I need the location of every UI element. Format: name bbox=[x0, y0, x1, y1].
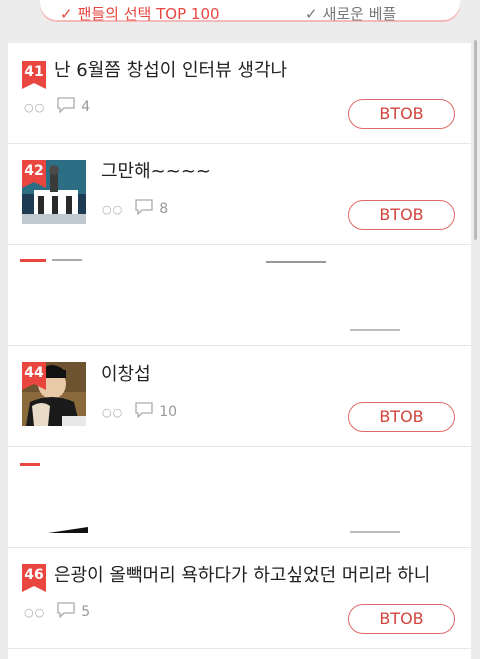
thumbnail-fragment bbox=[48, 527, 88, 533]
scrollbar[interactable] bbox=[474, 40, 477, 240]
tag-fragment bbox=[350, 329, 400, 331]
tab-top-100[interactable]: ✓ 팬들의 선택 TOP 100 bbox=[60, 4, 220, 24]
comment-count: 8 bbox=[159, 201, 169, 217]
rank-badge: 46 bbox=[22, 564, 46, 592]
post-title[interactable]: 이창섭 bbox=[101, 363, 151, 387]
list-item[interactable]: 41 난 6월쯤 창섭이 인터뷰 생각나 ○○ 4 BTOB bbox=[8, 43, 471, 144]
list-item[interactable]: 42 그만해~~~~ ○○ 8 BTOB bbox=[8, 144, 471, 245]
text-fragment bbox=[266, 261, 326, 263]
check-icon: ✓ bbox=[305, 5, 318, 23]
post-list: 41 난 6월쯤 창섭이 인터뷰 생각나 ○○ 4 BTOB 42 그만해~~~… bbox=[8, 43, 471, 659]
post-meta: ○○ 10 bbox=[102, 402, 177, 422]
eyes-icon: ○○ bbox=[102, 202, 124, 216]
comment-count: 4 bbox=[81, 99, 91, 115]
list-item-redacted bbox=[8, 447, 471, 548]
comment-bubble-icon bbox=[135, 199, 153, 219]
rank-badge: 42 bbox=[22, 160, 46, 188]
eyes-icon: ○○ bbox=[24, 100, 46, 114]
comment-bubble-icon bbox=[57, 602, 75, 622]
comment-bubble-icon bbox=[57, 97, 75, 117]
rank-badge: 41 bbox=[22, 61, 46, 89]
list-item-redacted bbox=[8, 245, 471, 346]
post-title[interactable]: 은광이 올빽머리 욕하다가 하고싶었던 머리라 하니 bbox=[54, 564, 430, 588]
check-icon: ✓ bbox=[60, 5, 73, 23]
post-title[interactable]: 난 6월쯤 창섭이 인터뷰 생각나 bbox=[54, 59, 287, 83]
comment-count: 10 bbox=[159, 404, 178, 420]
artist-tag[interactable]: BTOB bbox=[348, 200, 455, 230]
comment-count: 5 bbox=[81, 604, 91, 620]
artist-tag[interactable]: BTOB bbox=[348, 604, 455, 634]
post-meta: ○○ 4 bbox=[24, 97, 90, 117]
tab-new-label: 새로운 베플 bbox=[322, 5, 397, 23]
rank-badge: 44 bbox=[22, 362, 46, 390]
post-meta: ○○ 5 bbox=[24, 602, 90, 622]
eyes-icon: ○○ bbox=[24, 605, 46, 619]
filter-bar: ✓ 팬들의 선택 TOP 100 ✓ 새로운 베플 bbox=[0, 0, 480, 30]
comment-bubble-icon bbox=[135, 402, 153, 422]
artist-tag[interactable]: BTOB bbox=[348, 99, 455, 129]
tab-new-best-reply[interactable]: ✓ 새로운 베플 bbox=[305, 4, 396, 24]
text-fragment bbox=[52, 259, 82, 261]
eyes-icon: ○○ bbox=[102, 405, 124, 419]
tab-top-label: 팬들의 선택 TOP 100 bbox=[77, 5, 220, 23]
tag-fragment bbox=[350, 531, 400, 533]
post-meta: ○○ 8 bbox=[102, 199, 168, 219]
list-item[interactable]: 46 은광이 올빽머리 욕하다가 하고싶었던 머리라 하니 ○○ 5 BTOB bbox=[8, 548, 471, 649]
artist-tag[interactable]: BTOB bbox=[348, 402, 455, 432]
list-item[interactable]: 44 이창섭 ○○ 10 BTOB bbox=[8, 346, 471, 447]
rank-badge-fragment bbox=[20, 259, 46, 262]
post-title[interactable]: 그만해~~~~ bbox=[101, 160, 211, 184]
rank-badge-fragment bbox=[20, 463, 40, 466]
